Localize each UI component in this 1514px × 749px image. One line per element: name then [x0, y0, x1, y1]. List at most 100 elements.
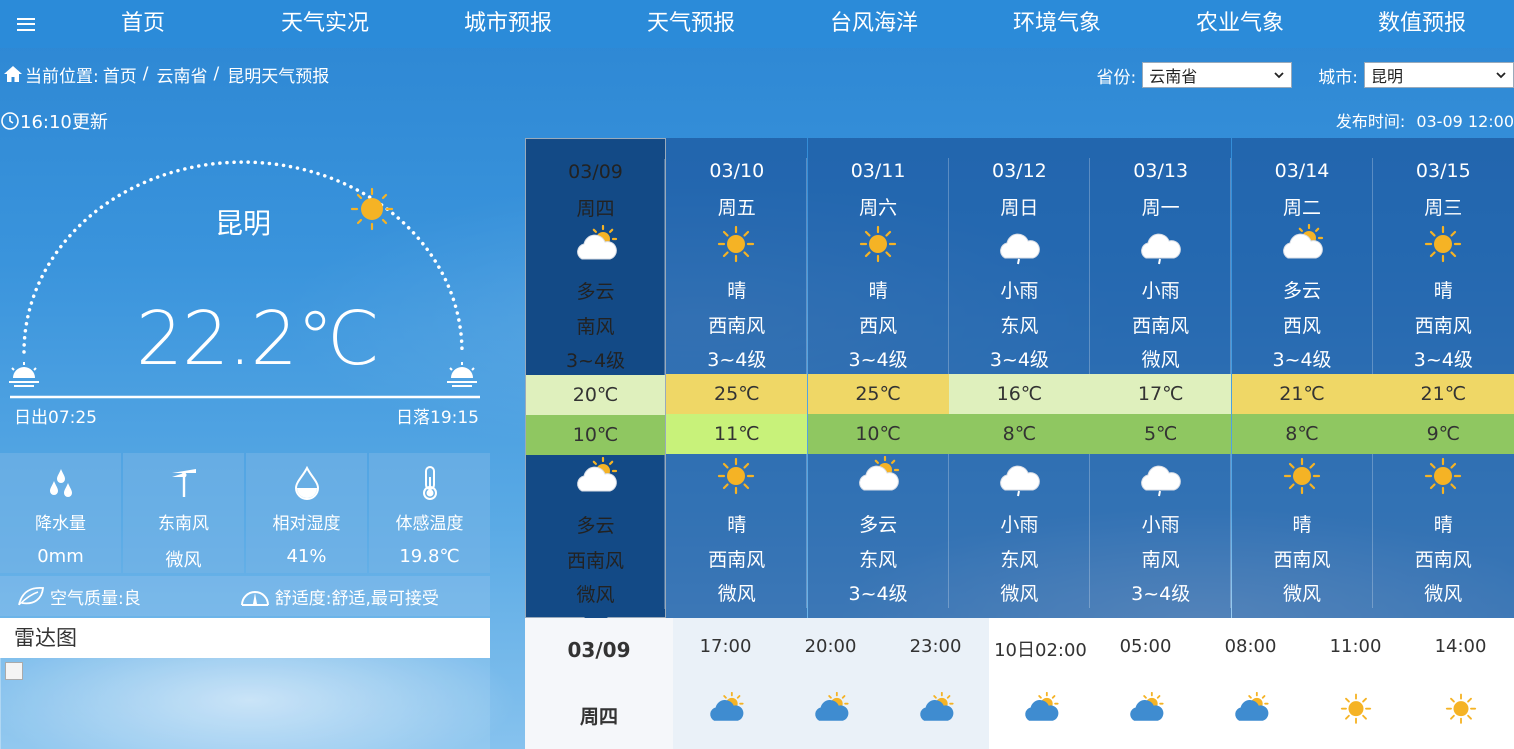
stat-value: 0mm — [37, 546, 84, 567]
forecast-date: 03/14 — [1274, 160, 1330, 182]
forecast-weekday: 周三 — [1424, 197, 1463, 219]
chevron-down-icon — [1274, 72, 1284, 79]
forecast-day-4[interactable]: 03/13 周一 小雨 西南风 微风 17℃ 5℃ 小雨 南风 3~4级 — [1090, 138, 1232, 618]
forecast-day-1[interactable]: 03/10 周五 晴 西南风 3~4级 25℃ 11℃ 晴 西南风 微风 — [666, 138, 808, 618]
forecast-weekday: 周五 — [717, 197, 756, 219]
partly-cloudy-icon — [1025, 691, 1059, 721]
top-navigation: 首页 天气实况 城市预报 天气预报 台风海洋 环境气象 农业气象 数值预报 — [0, 0, 1514, 48]
hourly-item: 11:00 — [1303, 618, 1408, 749]
forecast-night-weather: 小雨 — [1000, 514, 1039, 536]
forecast-day-wind-level: 3~4级 — [707, 349, 767, 371]
forecast-date: 03/11 — [850, 160, 906, 182]
forecast-day-wind-dir: 西风 — [859, 315, 898, 337]
hourly-item: 14:00 — [1408, 618, 1513, 749]
breadcrumb-province[interactable]: 云南省 — [156, 62, 207, 87]
forecast-night-weather: 小雨 — [1141, 514, 1180, 536]
hourly-day-tab[interactable]: 03/09 周四 — [525, 618, 673, 749]
forecast-day-wind-level: 微风 — [1141, 349, 1180, 371]
hourly-time: 14:00 — [1434, 636, 1487, 657]
forecast-low-temp: 8℃ — [1231, 414, 1373, 454]
forecast-day-wind-dir: 西南风 — [1132, 315, 1190, 337]
breadcrumb-home[interactable]: 首页 — [103, 62, 137, 87]
nav-home[interactable]: 首页 — [68, 0, 218, 48]
broken-image-icon — [5, 662, 23, 680]
forecast-day-6[interactable]: 03/15 周三 晴 西南风 3~4级 21℃ 9℃ 晴 西南风 微风 — [1372, 138, 1514, 618]
breadcrumb-current: 昆明天气预报 — [227, 66, 330, 87]
forecast-high-temp: 20℃ — [526, 375, 665, 415]
nav-city-forecast[interactable]: 城市预报 — [433, 0, 583, 48]
partly-cloudy-icon — [1130, 691, 1164, 721]
hourly-item: 23:00 — [883, 618, 988, 749]
forecast-night-wind-level: 微风 — [576, 584, 615, 606]
stat-precipitation: 降水量 0mm — [0, 453, 121, 573]
nav-environment[interactable]: 环境气象 — [982, 0, 1132, 48]
stat-humidity: 相对湿度 41% — [246, 453, 367, 573]
menu-button[interactable] — [0, 0, 52, 48]
sunset-time: 日落19:15 — [396, 408, 479, 428]
forecast-night-wind-level: 微风 — [717, 583, 756, 605]
stat-wind: 东南风 微风 — [123, 453, 244, 573]
radar-panel: 雷达图 — [0, 618, 490, 749]
stat-label: 相对湿度 — [272, 514, 341, 534]
partly-cloudy-icon — [577, 456, 618, 492]
publish-label: 发布时间: — [1335, 112, 1406, 131]
forecast-low-temp: 9℃ — [1372, 414, 1514, 454]
partly-cloudy-icon — [577, 224, 618, 260]
chevron-down-icon — [1496, 72, 1506, 79]
hourly-item: 05:00 — [1093, 618, 1198, 749]
stat-label: 东南风 — [158, 514, 209, 534]
forecast-night-wind-dir: 西南风 — [566, 550, 624, 572]
forecast-high-temp: 17℃ — [1090, 374, 1232, 414]
partly-cloudy-icon — [815, 691, 849, 721]
forecast-day-5[interactable]: 03/14 周二 多云 西风 3~4级 21℃ 8℃ 晴 西南风 微风 — [1231, 138, 1373, 618]
forecast-day-2[interactable]: 03/11 周六 晴 西风 3~4级 25℃ 10℃ 多云 东风 3~4级 — [807, 138, 949, 618]
wind-vane-icon — [171, 469, 196, 497]
breadcrumb-prefix: 当前位置: — [25, 66, 99, 87]
sun-icon — [1424, 457, 1461, 495]
forecast-night-wind-dir: 西南风 — [1414, 549, 1472, 571]
forecast-day-wind-dir: 西南风 — [708, 315, 766, 337]
forecast-day-3[interactable]: 03/12 周日 小雨 东风 3~4级 16℃ 8℃ 小雨 东风 微风 — [948, 138, 1090, 618]
forecast-night-weather: 多云 — [859, 514, 898, 536]
sun-position-icon — [350, 187, 394, 231]
forecast-day-wind-level: 3~4级 — [848, 349, 908, 371]
forecast-night-weather: 晴 — [1292, 514, 1312, 536]
nav-weather-forecast[interactable]: 天气预报 — [616, 0, 766, 48]
nav-live-weather[interactable]: 天气实况 — [250, 0, 400, 48]
forecast-night-wind-dir: 西南风 — [1273, 549, 1331, 571]
forecast-weekday: 周二 — [1282, 197, 1321, 219]
stat-label: 体感温度 — [395, 514, 464, 534]
forecast-high-temp: 21℃ — [1231, 374, 1373, 414]
current-temperature: 22.2℃ — [136, 296, 380, 382]
air-quality-text: 空气质量:良 — [50, 588, 141, 609]
sun-icon — [859, 225, 896, 263]
forecast-day-weather: 晴 — [1433, 280, 1453, 302]
radar-image[interactable] — [0, 658, 490, 749]
nav-numerical-forecast[interactable]: 数值预报 — [1347, 0, 1497, 48]
city-select[interactable]: 昆明 — [1364, 62, 1514, 88]
forecast-day-wind-level: 3~4级 — [1272, 349, 1332, 371]
forecast-day-wind-dir: 西风 — [1282, 315, 1321, 337]
nav-typhoon-ocean[interactable]: 台风海洋 — [799, 0, 949, 48]
province-select[interactable]: 云南省 — [1142, 62, 1293, 88]
province-label: 省份: — [1096, 67, 1137, 88]
stat-value: 19.8℃ — [399, 546, 460, 567]
forecast-weekday: 周六 — [859, 197, 898, 219]
stat-value: 41% — [286, 546, 327, 567]
forecast-low-temp: 8℃ — [948, 414, 1090, 454]
forecast-night-weather: 晴 — [1433, 514, 1453, 536]
forecast-night-wind-level: 3~4级 — [848, 583, 908, 605]
hourly-item: 10日02:00 — [988, 618, 1093, 749]
update-text: 16:10更新 — [20, 112, 108, 133]
forecast-night-wind-level: 微风 — [1000, 583, 1039, 605]
nav-agriculture[interactable]: 农业气象 — [1165, 0, 1315, 48]
hourly-time: 05:00 — [1119, 636, 1172, 657]
rain-cloud-icon — [1141, 233, 1182, 265]
forecast-night-wind-dir: 南风 — [1141, 549, 1180, 571]
forecast-day-wind-level: 3~4级 — [989, 349, 1049, 371]
rain-cloud-icon — [999, 465, 1040, 497]
comfort-text: 舒适度:舒适,最可接受 — [274, 588, 439, 609]
forecast-day-0[interactable]: 03/09 周四 多云 南风 3~4级 20℃ 10℃ 多云 西南风 微风 — [525, 138, 666, 627]
forecast-day-weather: 小雨 — [1141, 280, 1180, 302]
thermometer-icon — [422, 466, 437, 500]
